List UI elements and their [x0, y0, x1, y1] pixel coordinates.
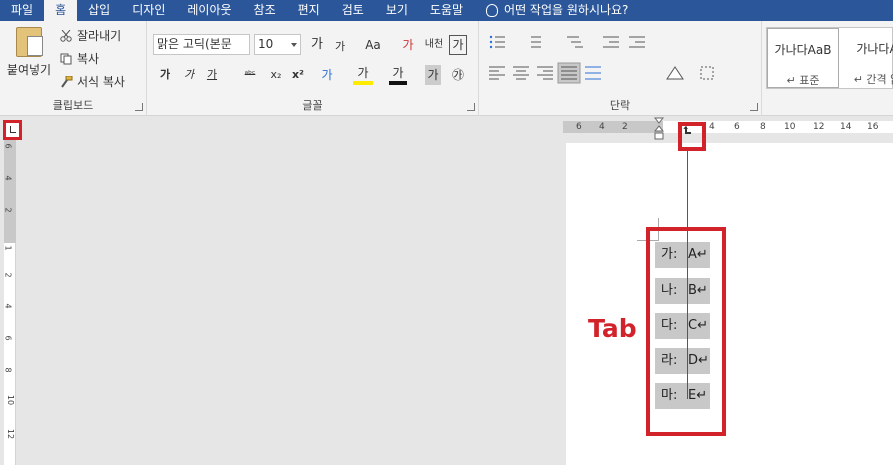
tab-stop-highlight	[678, 122, 706, 151]
tab-design[interactable]: 디자인	[121, 0, 176, 21]
ruler-number: 8	[760, 122, 766, 132]
ruler-number: 6	[734, 122, 740, 132]
tab-annotation-label: Tab	[588, 314, 637, 343]
grow-font-button[interactable]: 가	[307, 35, 327, 55]
style-normal[interactable]: 가나다AaB ↵ 표준	[767, 28, 839, 88]
paragraph-launcher-icon[interactable]	[750, 103, 758, 111]
text-effect-button[interactable]: 가	[317, 65, 337, 85]
ruler-number: 4	[709, 122, 715, 132]
horizontal-ruler[interactable]: 6 4 2 2 4 6 8 10 12 14 16	[563, 121, 893, 133]
ruler-number: 4	[3, 175, 13, 181]
char-border-button[interactable]: 가	[449, 35, 467, 55]
paintbrush-icon	[61, 75, 73, 88]
underline-button[interactable]: 가	[203, 65, 221, 85]
ruler-margin-area	[4, 133, 16, 243]
ribbon: 붙여넣기 잘라내기 복사 서식 복사 클립보드 맑은 고딕(본문 10 가 가 …	[0, 21, 893, 116]
tab-mailings[interactable]: 편지	[287, 0, 331, 21]
ruler-number: 12	[813, 122, 825, 132]
style-normal-name: ↵ 표준	[786, 74, 820, 87]
paste-label: 붙여넣기	[6, 63, 52, 77]
enclosed-char-button[interactable]: ㉮	[449, 65, 467, 85]
chevron-down-icon	[291, 43, 297, 47]
tell-me-box[interactable]: 어떤 작업을 원하시나요?	[474, 0, 628, 21]
shrink-font-button[interactable]: 가	[331, 37, 349, 57]
style-normal-preview: 가나다AaB	[774, 43, 832, 57]
ribbon-tab-bar: 파일 홈 삽입 디자인 레이아웃 참조 편지 검토 보기 도움말 어떤 작업을 …	[0, 0, 893, 21]
style-no-spacing-preview: 가나다A	[856, 42, 893, 56]
tab-insert[interactable]: 삽입	[77, 0, 121, 21]
clipboard-group-label: 클립보드	[52, 99, 94, 112]
change-case-button[interactable]: Aa	[359, 35, 387, 55]
bold-button[interactable]: 가	[157, 65, 173, 85]
tab-home[interactable]: 홈	[44, 0, 78, 21]
subscript-button[interactable]: x₂	[267, 65, 285, 85]
ruler-number: 8	[3, 367, 13, 373]
cut-button[interactable]: 잘라내기	[60, 27, 121, 44]
char-shade-button[interactable]: 가	[425, 65, 441, 85]
format-painter-label: 서식 복사	[77, 75, 125, 89]
ruler-number: 2	[3, 272, 13, 278]
tab-view[interactable]: 보기	[375, 0, 419, 21]
paste-icon	[16, 27, 43, 57]
clipboard-launcher-icon[interactable]	[135, 103, 143, 111]
tab-selector-button[interactable]	[3, 120, 22, 140]
tab-review[interactable]: 검토	[331, 0, 375, 21]
ruler-number: 2	[3, 207, 13, 213]
ruler-number: 4	[3, 303, 13, 309]
clear-format-button[interactable]: 가	[399, 35, 417, 55]
lightbulb-icon	[486, 4, 499, 17]
ruler-number: 1	[3, 245, 13, 251]
paste-button[interactable]: 붙여넣기	[6, 27, 52, 78]
style-no-spacing[interactable]: 가나다A ↵ 간격 없	[841, 28, 893, 88]
scissors-icon	[60, 29, 72, 42]
vertical-ruler[interactable]: 6 4 2 1 2 4 6 8 10 12	[4, 133, 16, 465]
font-launcher-icon[interactable]	[467, 103, 475, 111]
ruler-number: 10	[6, 394, 16, 406]
phonetic-guide-button[interactable]: 내천	[423, 35, 445, 55]
ruler-number: 2	[622, 122, 628, 132]
styles-gallery: 가나다AaB ↵ 표준 가나다A ↵ 간격 없	[766, 27, 893, 89]
ruler-number: 4	[599, 122, 605, 132]
tab-stop-guide-line-overlay	[687, 227, 688, 399]
ruler-number: 6	[3, 335, 13, 341]
ruler-number: 6	[3, 143, 13, 149]
left-tab-icon	[10, 126, 16, 133]
style-no-spacing-name: ↵ 간격 없	[853, 73, 893, 86]
tab-layout[interactable]: 레이아웃	[176, 0, 242, 21]
copy-label: 복사	[77, 52, 100, 66]
highlight-button[interactable]: 가	[353, 65, 373, 85]
paragraph-group: 단락	[479, 21, 762, 116]
ruler-number: 14	[840, 122, 852, 132]
tell-me-text: 어떤 작업을 원하시나요?	[504, 3, 629, 17]
text-highlight-box	[646, 227, 726, 436]
ruler-number: 10	[784, 122, 796, 132]
copy-icon	[60, 53, 72, 64]
clipboard-group: 붙여넣기 잘라내기 복사 서식 복사 클립보드	[0, 21, 147, 116]
indent-markers[interactable]	[654, 117, 664, 143]
copy-button[interactable]: 복사	[60, 50, 99, 67]
ruler-number: 6	[576, 122, 582, 132]
font-color-button[interactable]: 가	[389, 65, 407, 85]
tab-help[interactable]: 도움말	[419, 0, 474, 21]
document-page[interactable]	[566, 143, 893, 465]
ruler-number: 12	[6, 428, 16, 440]
cut-label: 잘라내기	[77, 29, 122, 43]
ruler-number: 16	[867, 122, 879, 132]
italic-button[interactable]: 가	[181, 65, 197, 85]
font-size-value: 10	[258, 37, 274, 51]
superscript-button[interactable]: x²	[289, 65, 307, 85]
tab-file[interactable]: 파일	[0, 0, 44, 21]
strikethrough-button[interactable]: ᵃᵇᶜ	[239, 65, 261, 85]
font-name-select[interactable]: 맑은 고딕(본문	[153, 34, 250, 55]
font-name-value: 맑은 고딕(본문	[157, 37, 232, 51]
font-size-select[interactable]: 10	[254, 34, 301, 55]
paragraph-group-label: 단락	[609, 99, 631, 112]
tab-references[interactable]: 참조	[243, 0, 287, 21]
format-painter-button[interactable]: 서식 복사	[60, 73, 125, 90]
paragraph-controls[interactable]	[487, 33, 749, 93]
font-group: 맑은 고딕(본문 10 가 가 Aa 가 내천 가 가 가 가 ᵃᵇᶜ x₂ x…	[147, 21, 479, 116]
font-group-label: 글꼴	[302, 99, 323, 112]
